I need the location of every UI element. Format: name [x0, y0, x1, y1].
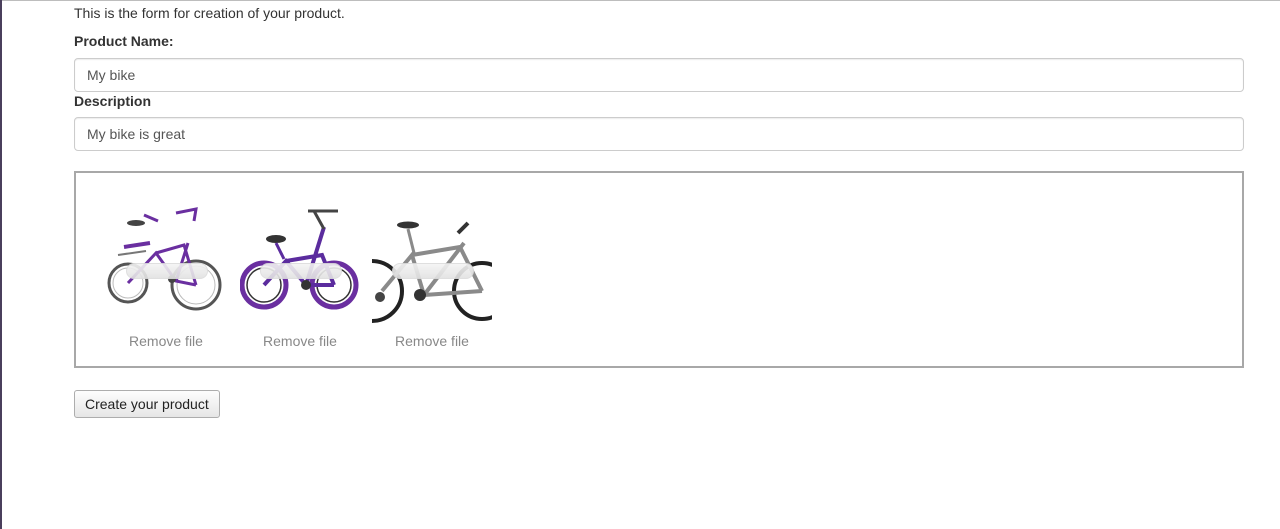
file-preview: Remove file [106, 203, 226, 349]
remove-file-link[interactable]: Remove file [240, 333, 360, 349]
file-dropzone[interactable]: Remove file Remove file Remove file [74, 171, 1244, 368]
upload-progress-bar [126, 263, 208, 279]
left-window-edge [0, 0, 2, 529]
description-input[interactable] [74, 117, 1244, 151]
top-border [0, 0, 1280, 1]
upload-progress-bar [392, 263, 474, 279]
file-preview: Remove file [372, 203, 492, 349]
upload-progress-bar [260, 263, 342, 279]
create-product-button[interactable]: Create your product [74, 390, 220, 418]
file-preview: Remove file [240, 203, 360, 349]
product-name-label: Product Name: [74, 33, 174, 49]
remove-file-link[interactable]: Remove file [106, 333, 226, 349]
product-name-input[interactable] [74, 58, 1244, 92]
remove-file-link[interactable]: Remove file [372, 333, 492, 349]
intro-text: This is the form for creation of your pr… [74, 5, 345, 21]
description-label: Description [74, 93, 152, 109]
